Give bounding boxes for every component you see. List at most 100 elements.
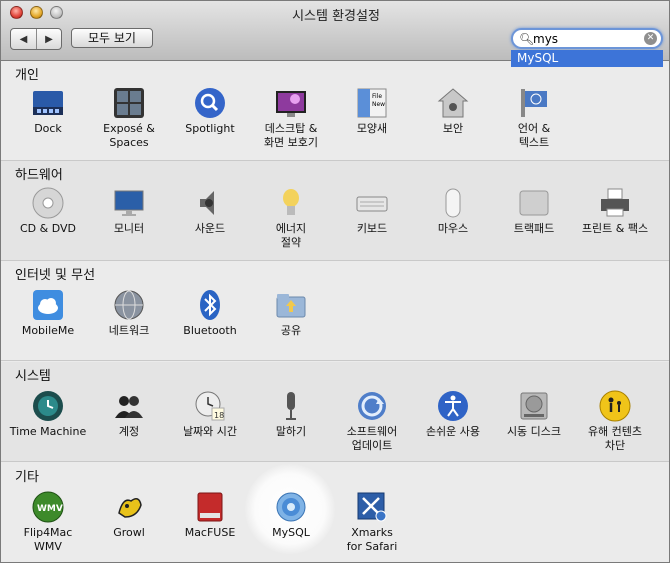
- search-field[interactable]: 🔍︎ ✕: [511, 28, 663, 49]
- pane-label: MySQL: [272, 526, 310, 539]
- pane-appearance[interactable]: File New 모양새: [331, 87, 413, 136]
- pane-label: 유해 컨텐츠 차단: [587, 425, 643, 452]
- security-icon: [437, 87, 469, 119]
- pane-label: 계정: [118, 425, 140, 438]
- pane-label: 소프트웨어 업데이트: [346, 425, 398, 452]
- section-personal: 개인 Dock Exposé & Spaces Spotlight 데스크탑 &…: [1, 61, 669, 161]
- pane-label: 마우스: [437, 222, 469, 235]
- pane-expose-spaces[interactable]: Exposé & Spaces: [88, 87, 170, 150]
- keyboard-icon: [356, 187, 388, 219]
- pane-label: MacFUSE: [184, 526, 236, 539]
- pane-label: 손쉬운 사용: [425, 425, 481, 438]
- search-input[interactable]: [533, 31, 643, 46]
- section-hardware: 하드웨어 CD & DVD 모니터 사운드 에너지 절약 키보드 마우스 트랙패…: [1, 161, 669, 261]
- language-icon: [518, 87, 550, 119]
- pane-xmarks[interactable]: Xmarks for Safari: [331, 491, 413, 554]
- speech-icon: [275, 390, 307, 422]
- pane-dock[interactable]: Dock: [7, 87, 89, 136]
- desktop-icon: [275, 87, 307, 119]
- time-machine-icon: [32, 390, 64, 422]
- pane-label: 트랙패드: [513, 222, 555, 235]
- pane-label: 프린트 & 팩스: [581, 222, 649, 235]
- svg-text:WMV: WMV: [37, 504, 63, 514]
- clear-search-icon[interactable]: ✕: [644, 32, 657, 45]
- pane-desktop-screensaver[interactable]: 데스크탑 & 화면 보호기: [250, 87, 332, 150]
- pane-mouse[interactable]: 마우스: [412, 187, 494, 236]
- accessibility-icon: [437, 390, 469, 422]
- pane-label: 시동 디스크: [506, 425, 562, 438]
- pane-startup-disk[interactable]: 시동 디스크: [493, 390, 575, 439]
- pane-label: 네트워크: [108, 324, 150, 337]
- pane-growl[interactable]: Growl: [88, 491, 170, 540]
- mouse-icon: [437, 187, 469, 219]
- pane-software-update[interactable]: 소프트웨어 업데이트: [331, 390, 413, 453]
- pane-date-time[interactable]: 18 날짜와 시간: [169, 390, 251, 439]
- pane-label: Bluetooth: [183, 324, 237, 337]
- pane-speech[interactable]: 말하기: [250, 390, 332, 439]
- pane-label: Exposé & Spaces: [103, 122, 155, 149]
- system-preferences-window: 시스템 환경설정 ◀ ▶ 모두 보기 🔍︎ ✕ MySQL 개인 Dock Ex…: [0, 0, 670, 563]
- pane-label: Growl: [113, 526, 145, 539]
- show-all-button[interactable]: 모두 보기: [71, 28, 153, 48]
- pane-label: 데스크탑 & 화면 보호기: [263, 122, 319, 149]
- pane-trackpad[interactable]: 트랙패드: [493, 187, 575, 236]
- pane-label: CD & DVD: [20, 222, 76, 235]
- pane-flip4mac[interactable]: WMV Flip4Mac WMV: [7, 491, 89, 554]
- section-internet-wireless: 인터넷 및 무선 MobileMe 네트워크 Bluetooth 공유: [1, 261, 669, 361]
- search-suggestion-mysql[interactable]: MySQL: [511, 50, 663, 67]
- pane-accessibility[interactable]: 손쉬운 사용: [412, 390, 494, 439]
- network-icon: [113, 289, 145, 321]
- mobileme-icon: [32, 289, 64, 321]
- section-other: 기타 WMV Flip4Mac WMV Growl MacFUSE MySQL: [1, 463, 669, 562]
- expose-icon: [113, 87, 145, 119]
- pane-time-machine[interactable]: Time Machine: [7, 390, 89, 439]
- pane-language-text[interactable]: 언어 & 텍스트: [493, 87, 575, 150]
- section-title: 개인: [15, 68, 39, 83]
- pane-label: Dock: [34, 122, 62, 135]
- section-system: 시스템 Time Machine 계정 18 날짜와 시간 말하기 소프트웨어 …: [1, 362, 669, 462]
- pane-label: 공유: [280, 324, 302, 337]
- pane-cd-dvd[interactable]: CD & DVD: [7, 187, 89, 236]
- parental-controls-icon: [599, 390, 631, 422]
- dock-icon: [32, 87, 64, 119]
- section-title: 인터넷 및 무선: [15, 268, 96, 283]
- pane-label: Time Machine: [9, 425, 87, 438]
- window-title: 시스템 환경설정: [292, 9, 380, 24]
- pane-spotlight[interactable]: Spotlight: [169, 87, 251, 136]
- date-time-icon: 18: [194, 390, 226, 422]
- mysql-icon: [275, 491, 307, 523]
- pane-accounts[interactable]: 계정: [88, 390, 170, 439]
- pane-macfuse[interactable]: MacFUSE: [169, 491, 251, 540]
- pane-label: 사운드: [194, 222, 226, 235]
- accounts-icon: [113, 390, 145, 422]
- pane-sharing[interactable]: 공유: [250, 289, 332, 338]
- energy-icon: [275, 187, 307, 219]
- pane-mobileme[interactable]: MobileMe: [7, 289, 89, 338]
- svg-text:18: 18: [214, 411, 224, 420]
- xmarks-icon: [356, 491, 388, 523]
- pane-energy-saver[interactable]: 에너지 절약: [250, 187, 332, 250]
- spotlight-icon: [194, 87, 226, 119]
- pane-mysql[interactable]: MySQL: [250, 491, 332, 540]
- pane-print-fax[interactable]: 프린트 & 팩스: [574, 187, 656, 236]
- svg-text:New: New: [372, 101, 385, 108]
- pane-label: 언어 & 텍스트: [517, 122, 551, 149]
- pane-label: 말하기: [275, 425, 307, 438]
- cd-dvd-icon: [32, 187, 64, 219]
- growl-icon: [113, 491, 145, 523]
- pane-parental-controls[interactable]: 유해 컨텐츠 차단: [574, 390, 656, 453]
- pane-keyboard[interactable]: 키보드: [331, 187, 413, 236]
- flip4mac-icon: WMV: [32, 491, 64, 523]
- pane-label: Flip4Mac WMV: [23, 526, 73, 553]
- pane-sound[interactable]: 사운드: [169, 187, 251, 236]
- back-button[interactable]: ◀: [11, 29, 36, 49]
- pane-monitor[interactable]: 모니터: [88, 187, 170, 236]
- pane-label: 에너지 절약: [275, 222, 307, 249]
- pane-label: 모니터: [113, 222, 145, 235]
- pane-bluetooth[interactable]: Bluetooth: [169, 289, 251, 338]
- svg-text:File: File: [372, 93, 382, 100]
- pane-security[interactable]: 보안: [412, 87, 494, 136]
- forward-button[interactable]: ▶: [36, 29, 61, 49]
- pane-network[interactable]: 네트워크: [88, 289, 170, 338]
- pane-label: 보안: [442, 122, 464, 135]
